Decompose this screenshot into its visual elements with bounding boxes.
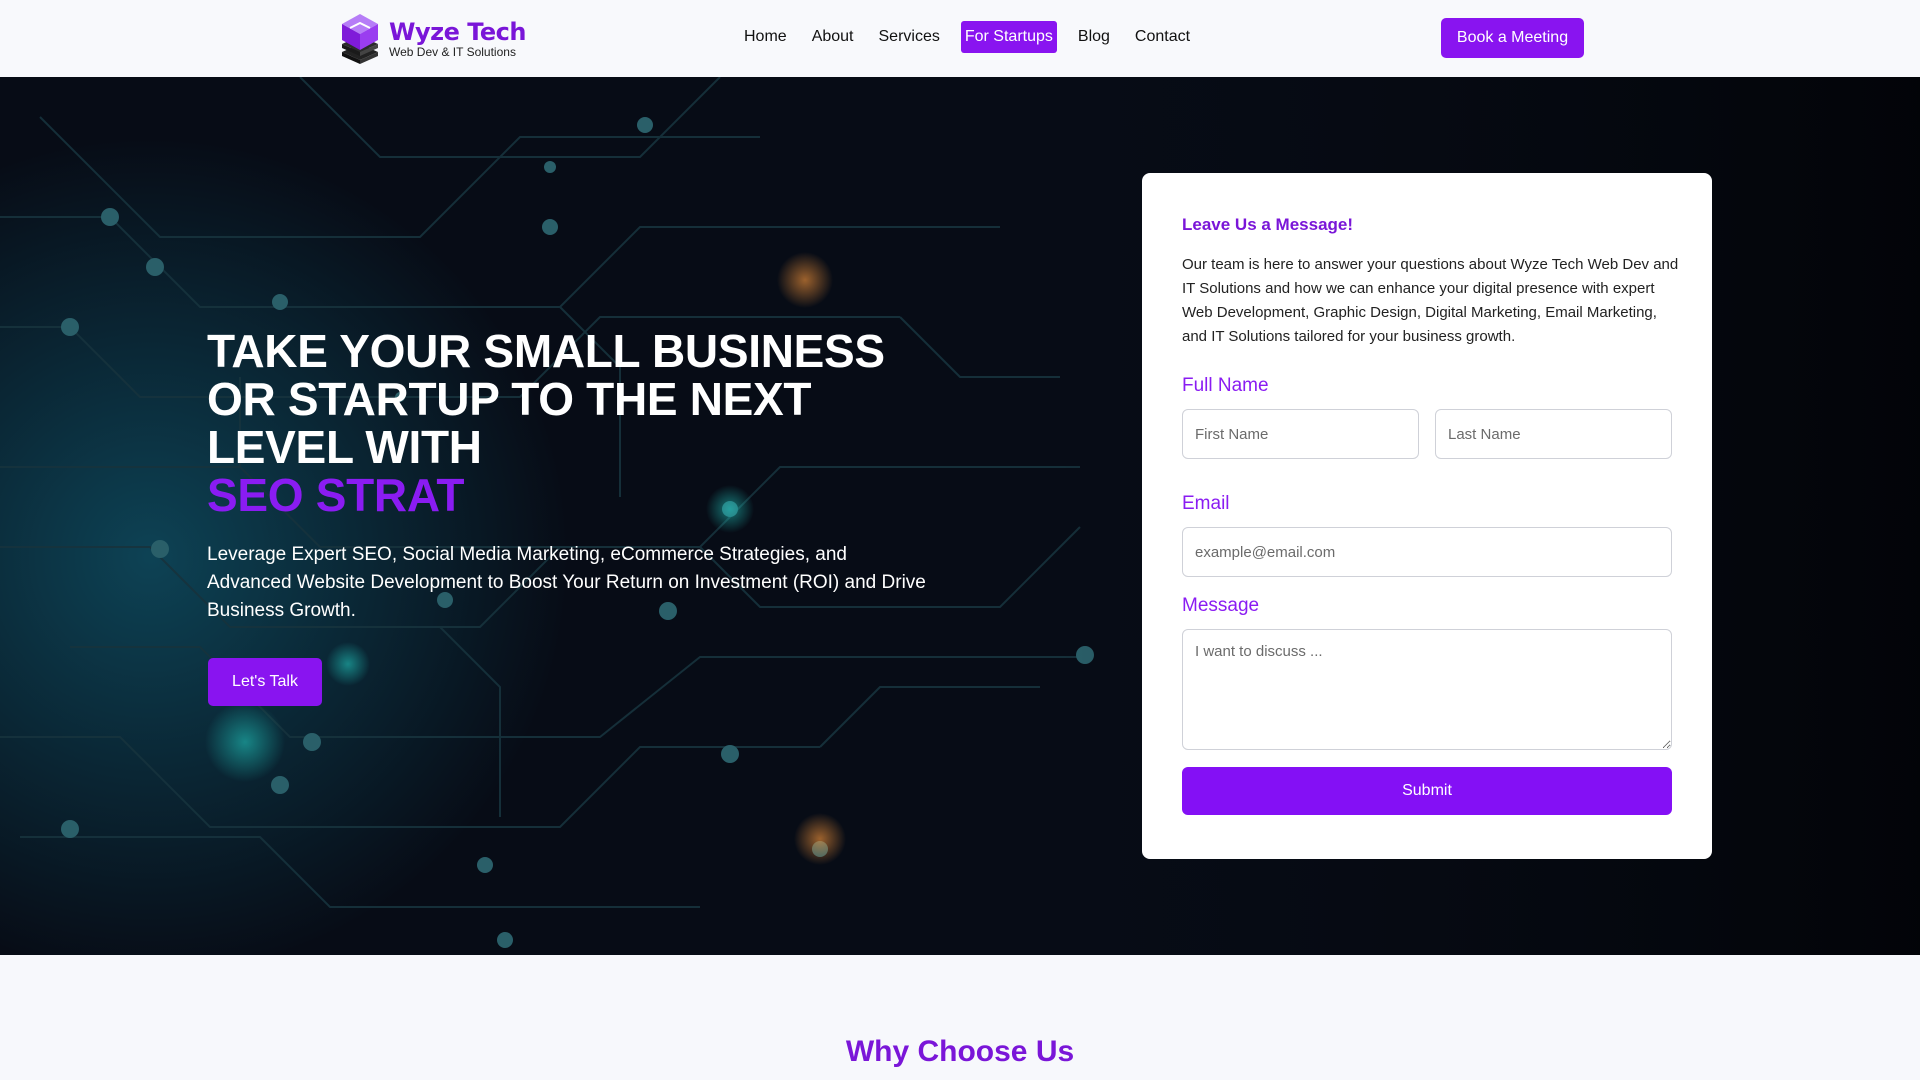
nav-about[interactable]: About (808, 21, 858, 53)
message-label: Message (1182, 595, 1260, 616)
form-title: Leave Us a Message! (1182, 215, 1354, 234)
nav-home[interactable]: Home (740, 21, 791, 53)
submit-button[interactable]: Submit (1182, 767, 1672, 815)
hero-title-line-2: OR STARTUP TO THE NEXT (207, 373, 812, 425)
hero-title-line-1: TAKE YOUR SMALL BUSINESS (207, 325, 885, 377)
contact-form-card: Leave Us a Message! Our team is here to … (1142, 173, 1712, 859)
lets-talk-button[interactable]: Let's Talk (208, 658, 322, 706)
nav-for-startups[interactable]: For Startups (960, 21, 1057, 53)
book-meeting-button[interactable]: Book a Meeting (1441, 18, 1584, 58)
hero-title-accent: SEO STRAT (207, 469, 465, 521)
main-nav: Home About Services For Startups Blog Co… (740, 20, 1211, 54)
hero-section: TAKE YOUR SMALL BUSINESS OR STARTUP TO T… (0, 77, 1920, 955)
stacked-cube-logo-icon (342, 14, 378, 64)
last-name-input[interactable] (1435, 409, 1672, 459)
brand-tagline: Web Dev & IT Solutions (389, 44, 516, 59)
form-intro: Our team is here to answer your question… (1182, 256, 1679, 345)
hero-description: Leverage Expert SEO, Social Media Market… (207, 544, 926, 621)
hero-title: TAKE YOUR SMALL BUSINESS OR STARTUP TO T… (207, 327, 927, 471)
brand-name: Wyze Tech (389, 17, 527, 46)
nav-services[interactable]: Services (875, 21, 944, 53)
brand-logo[interactable]: Wyze Tech Web Dev & IT Solutions (334, 10, 527, 66)
email-label: Email (1182, 493, 1230, 514)
hero-title-line-3: LEVEL WITH (207, 421, 482, 473)
nav-blog[interactable]: Blog (1074, 21, 1114, 53)
email-input[interactable] (1182, 527, 1672, 577)
nav-contact[interactable]: Contact (1131, 21, 1194, 53)
message-textarea[interactable] (1182, 629, 1672, 750)
why-choose-us-section: Why Choose Us (0, 955, 1920, 1080)
site-header: Wyze Tech Web Dev & IT Solutions Home Ab… (0, 0, 1920, 77)
first-name-input[interactable] (1182, 409, 1419, 459)
full-name-label: Full Name (1182, 375, 1269, 396)
why-choose-us-title: Why Choose Us (845, 1035, 1075, 1068)
